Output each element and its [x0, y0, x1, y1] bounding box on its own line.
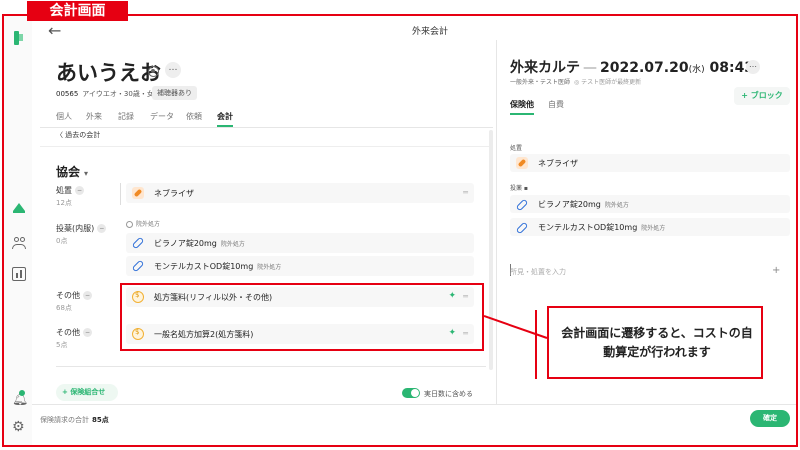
section-bar — [120, 183, 121, 205]
patient-details: アイウエオ・30歳・女性 — [82, 90, 161, 98]
tab-billing[interactable]: 会計 — [217, 111, 233, 122]
tab-data[interactable]: データ — [150, 111, 174, 122]
item-name: モンテルカストOD錠10mg 院外処方 — [154, 262, 282, 271]
actual-days-toggle[interactable] — [402, 388, 420, 398]
billing-item[interactable]: ビラノア錠20mg 院外処方 — [126, 233, 474, 253]
karte-item[interactable]: ネブライザ — [510, 154, 790, 172]
tab-outpatient[interactable]: 外来 — [86, 111, 102, 122]
highlight-box — [120, 283, 484, 351]
patient-more-button[interactable]: … — [165, 62, 181, 78]
tab-personal[interactable]: 個人 — [56, 111, 72, 122]
section-points: 0点 — [56, 237, 68, 245]
section-title: 投薬(内服) — [56, 224, 95, 233]
section-label-treatment: 処置 − — [56, 185, 84, 196]
section-points: 68点 — [56, 304, 72, 312]
item-name: ネブライザ — [154, 189, 194, 198]
divider — [32, 404, 798, 405]
back-arrow-icon[interactable]: ← — [48, 21, 61, 40]
section-title: その他 — [56, 291, 80, 300]
past-billing-link[interactable]: 〈 過去の会計 — [56, 130, 100, 140]
divider — [40, 146, 493, 147]
info-icon — [126, 221, 133, 228]
tab-self-pay[interactable]: 自費 — [548, 99, 564, 110]
add-insurance-combo-button[interactable]: + 保険組合せ — [56, 384, 118, 401]
section-label-other: その他 − — [56, 290, 92, 301]
logo-icon — [12, 31, 26, 45]
divider — [56, 366, 486, 367]
patient-info: 00565 アイウエオ・30歳・女性 — [56, 89, 161, 99]
billing-item[interactable]: ネブライザ ═ — [126, 183, 474, 203]
tab-records[interactable]: 記録 — [118, 111, 134, 122]
patient-id: 00565 — [56, 90, 79, 98]
patients-icon[interactable] — [12, 236, 26, 250]
tab-requests[interactable]: 依頼 — [186, 111, 202, 122]
toggle-label: 実日数に含める — [424, 390, 473, 398]
prescription-note: 院外処方 — [126, 219, 160, 228]
section-points: 5点 — [56, 341, 68, 349]
sidebar: 🔔︎ ⚙ — [4, 16, 32, 445]
active-tab-indicator — [510, 113, 534, 115]
confirm-button[interactable]: 確定 — [750, 410, 790, 427]
insurance-total: 保険請求の合計 85点 — [40, 415, 109, 425]
tab-insurance[interactable]: 保険他 — [510, 99, 534, 110]
item-name: ビラノア錠20mg 院外処方 — [154, 239, 245, 248]
section-title: その他 — [56, 328, 80, 337]
patient-badge: 補聴器あり — [152, 86, 197, 100]
section-title: 処置 — [56, 186, 72, 195]
item-name: ビラノア錠20mg 院外処方 — [538, 200, 629, 209]
drug-icon — [131, 259, 145, 273]
bell-icon[interactable]: 🔔︎ — [12, 390, 29, 407]
karte-title: 外来カルテ —2022.07.20(水) 08:43 — [510, 60, 755, 76]
collapse-icon[interactable]: − — [83, 328, 92, 337]
karte-subtitle: 一般外来・テスト医師 ◎ テスト医師が最終更新 — [510, 79, 642, 86]
divider — [40, 127, 493, 128]
pill-icon — [132, 187, 144, 199]
karte-label-meds: 投薬 ▪ — [510, 185, 528, 192]
add-finding-icon[interactable]: + — [772, 265, 780, 276]
home-icon[interactable] — [12, 201, 26, 215]
section-points: 12点 — [56, 199, 72, 207]
chart-icon[interactable] — [12, 267, 26, 281]
callout-box: 会計画面に遷移すると、コストの自動算定が行われます — [547, 306, 763, 379]
total-label: 保険請求の合計 — [40, 416, 89, 424]
collapse-icon[interactable]: − — [83, 291, 92, 300]
panel-divider — [496, 40, 497, 404]
drag-handle-icon[interactable]: ═ — [463, 188, 468, 197]
karte-more-button[interactable]: … — [746, 60, 760, 74]
billing-item[interactable]: モンテルカストOD錠10mg 院外処方 — [126, 256, 474, 276]
section-label-medication: 投薬(内服) − — [56, 223, 107, 234]
patient-record-icon[interactable] — [148, 66, 159, 77]
item-name: モンテルカストOD錠10mg 院外処方 — [538, 223, 666, 232]
insurer-name: 協会 — [56, 165, 81, 179]
total-value: 85点 — [92, 416, 109, 424]
item-name: ネブライザ — [538, 159, 578, 168]
gear-icon[interactable]: ⚙ — [12, 419, 26, 435]
chevron-down-icon: ▾ — [84, 169, 89, 178]
pill-icon — [516, 157, 528, 169]
karte-item[interactable]: ビラノア錠20mg 院外処方 — [510, 195, 790, 213]
drug-icon — [131, 236, 145, 250]
finding-input[interactable]: 所見・処置を入力 — [510, 267, 566, 277]
patient-name: あいうえお — [56, 61, 161, 85]
collapse-icon[interactable]: − — [75, 186, 84, 195]
insurer-selector[interactable]: 協会 ▾ — [56, 163, 88, 180]
note-text: 院外処方 — [136, 221, 161, 228]
callout-bracket — [535, 310, 547, 379]
page-title: 外来会計 — [411, 27, 448, 37]
karte-label-treatment: 処置 — [510, 145, 523, 152]
section-label-other: その他 − — [56, 327, 92, 338]
annotation-banner: 会計画面 — [27, 1, 128, 21]
karte-item[interactable]: モンテルカストOD錠10mg 院外処方 — [510, 218, 790, 236]
collapse-icon[interactable]: − — [97, 224, 107, 233]
drug-icon — [515, 221, 529, 235]
drug-icon — [515, 198, 529, 212]
add-block-button[interactable]: + ブロック — [734, 87, 790, 105]
callout-text: 会計画面に遷移すると、コストの自動算定が行われます — [561, 326, 753, 359]
